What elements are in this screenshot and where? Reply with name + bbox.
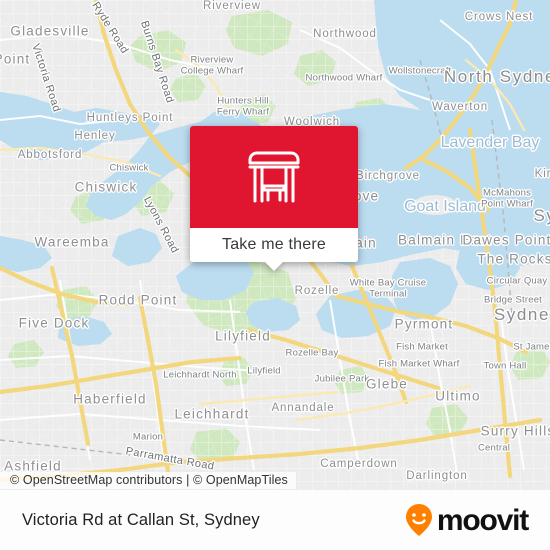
callout-card: Take me there <box>190 126 358 262</box>
bus-shelter-icon <box>248 151 300 203</box>
take-me-there-button[interactable]: Take me there <box>190 228 358 262</box>
stop-title: Victoria Rd at Callan St, Sydney <box>22 510 260 529</box>
moovit-wordmark: moovit <box>436 504 529 537</box>
moovit-pin-icon <box>405 504 432 536</box>
moovit-logo: moovit <box>404 503 529 537</box>
attribution-text: © OpenStreetMap contributors | © OpenMap… <box>0 471 296 489</box>
take-me-there-label: Take me there <box>222 236 326 253</box>
map-canvas[interactable]: GladesvillePointRyde RoadBurns Bay RoadV… <box>0 0 550 550</box>
map-attribution: © OpenStreetMap contributors | © OpenMap… <box>0 470 550 490</box>
stop-callout-popup[interactable]: Take me there <box>190 126 358 271</box>
map-tiles <box>0 0 550 550</box>
callout-pointer <box>265 262 283 271</box>
map-screenshot: GladesvillePointRyde RoadBurns Bay RoadV… <box>0 0 550 550</box>
callout-icon-panel <box>190 126 358 228</box>
footer-bar: Victoria Rd at Callan St, Sydney moovit <box>0 490 550 550</box>
